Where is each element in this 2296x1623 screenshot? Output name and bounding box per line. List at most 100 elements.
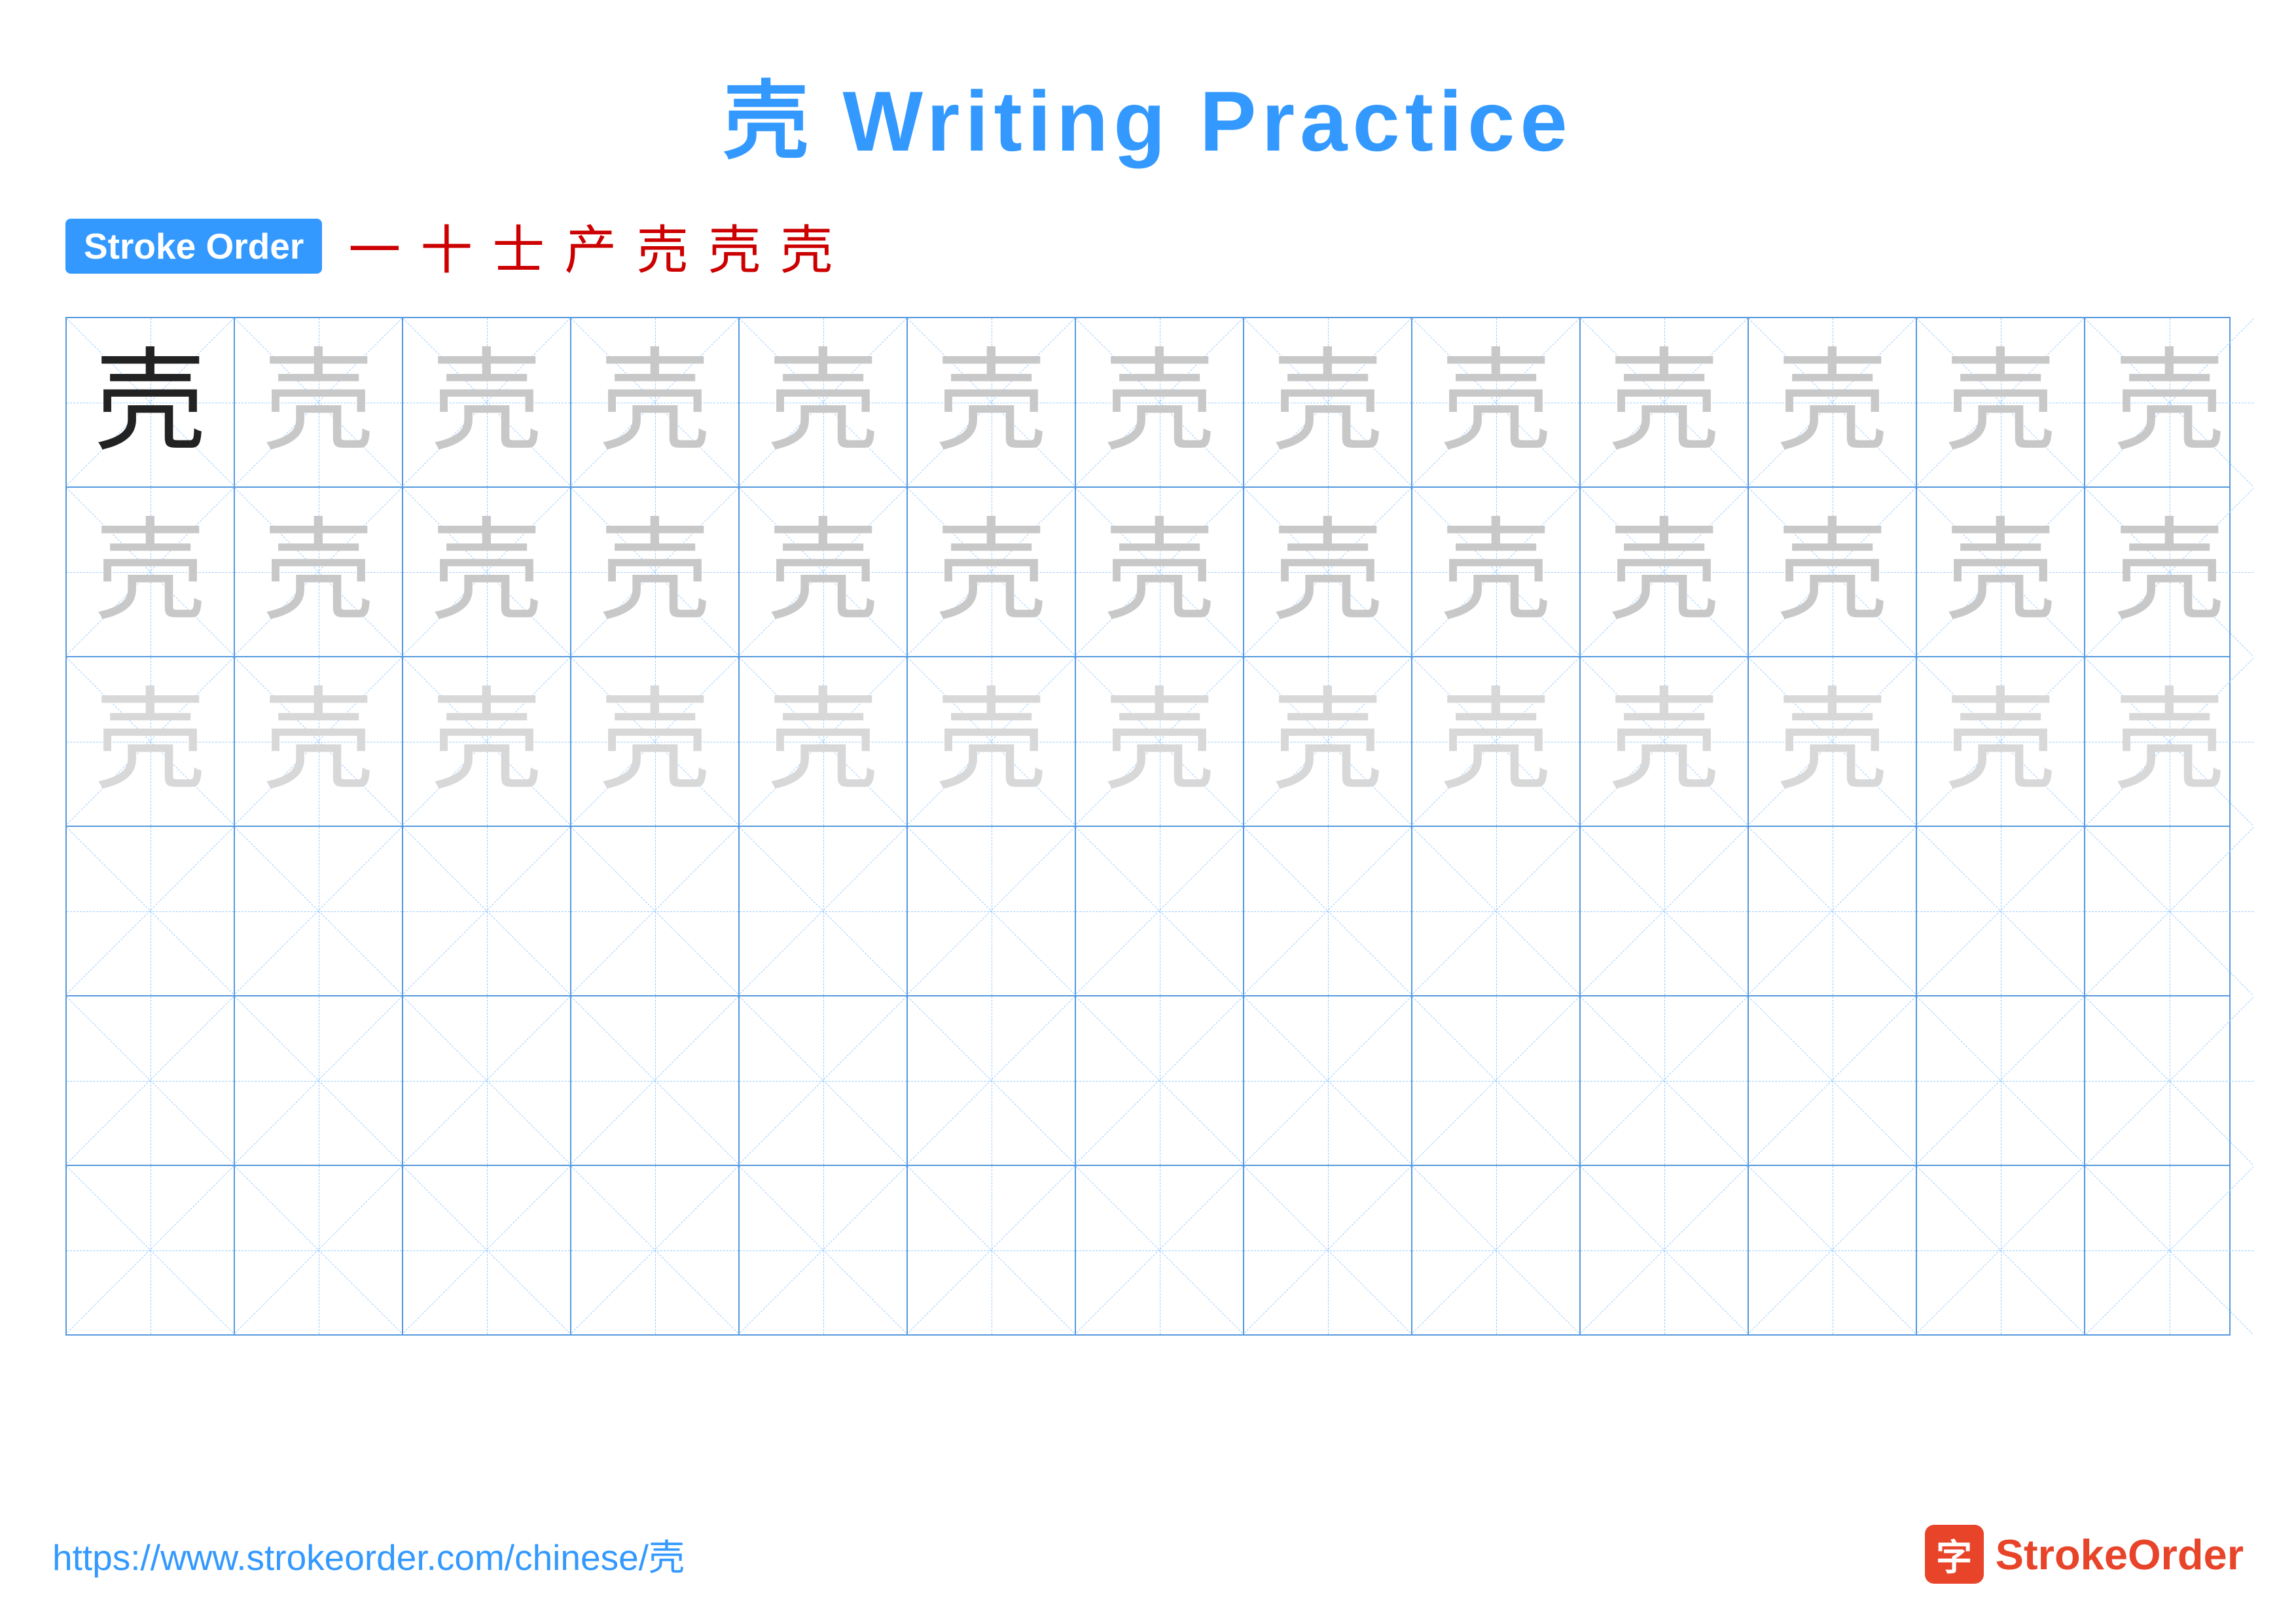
cell-r6-c1[interactable] [67, 1166, 235, 1334]
cell-r1-c3[interactable]: 壳 [403, 318, 571, 486]
cell-r1-c10[interactable]: 壳 [1581, 318, 1749, 486]
cell-r6-c10[interactable] [1581, 1166, 1749, 1334]
char-ghost: 壳 [1440, 517, 1551, 628]
cell-r3-c2[interactable]: 壳 [235, 657, 403, 826]
cell-r2-c5[interactable]: 壳 [740, 488, 908, 656]
cell-r5-c12[interactable] [1917, 996, 2085, 1165]
cell-r5-c3[interactable] [403, 996, 571, 1165]
cell-r1-c7[interactable]: 壳 [1076, 318, 1244, 486]
grid-row-6 [67, 1166, 2229, 1334]
cell-r4-c7[interactable] [1076, 827, 1244, 995]
cell-r2-c9[interactable]: 壳 [1412, 488, 1581, 656]
char-ghost: 壳 [935, 517, 1047, 628]
cell-r2-c11[interactable]: 壳 [1749, 488, 1917, 656]
cell-r5-c2[interactable] [235, 996, 403, 1165]
cell-r2-c12[interactable]: 壳 [1917, 488, 2085, 656]
cell-r5-c4[interactable] [571, 996, 740, 1165]
cell-r3-c7[interactable]: 壳 [1076, 657, 1244, 826]
cell-diag [1076, 996, 1243, 1165]
cell-r2-c7[interactable]: 壳 [1076, 488, 1244, 656]
cell-r1-c12[interactable]: 壳 [1917, 318, 2085, 486]
cell-r1-c9[interactable]: 壳 [1412, 318, 1581, 486]
cell-r6-c7[interactable] [1076, 1166, 1244, 1334]
cell-r5-c13[interactable] [2085, 996, 2253, 1165]
stroke-order-badge: Stroke Order [65, 219, 322, 274]
cell-r5-c1[interactable] [67, 996, 235, 1165]
cell-r4-c11[interactable] [1749, 827, 1917, 995]
char-ghost: 壳 [262, 517, 374, 628]
cell-r1-c6[interactable]: 壳 [908, 318, 1076, 486]
cell-diag [908, 996, 1075, 1165]
cell-r1-c4[interactable]: 壳 [571, 318, 740, 486]
cell-r6-c12[interactable] [1917, 1166, 2085, 1334]
cell-r4-c6[interactable] [908, 827, 1076, 995]
cell-r5-c7[interactable] [1076, 996, 1244, 1165]
cell-r3-c11[interactable]: 壳 [1749, 657, 1917, 826]
cell-r6-c8[interactable] [1244, 1166, 1412, 1334]
char-ghost: 壳 [1776, 686, 1888, 797]
cell-r6-c3[interactable] [403, 1166, 571, 1334]
cell-r2-c1[interactable]: 壳 [67, 488, 235, 656]
cell-r4-c8[interactable] [1244, 827, 1412, 995]
cell-r5-c9[interactable] [1412, 996, 1581, 1165]
char-ghost: 壳 [2113, 347, 2225, 458]
cell-r5-c5[interactable] [740, 996, 908, 1165]
cell-r6-c13[interactable] [2085, 1166, 2253, 1334]
cell-r3-c4[interactable]: 壳 [571, 657, 740, 826]
cell-r6-c4[interactable] [571, 1166, 740, 1334]
cell-r6-c11[interactable] [1749, 1166, 1917, 1334]
cell-r4-c9[interactable] [1412, 827, 1581, 995]
cell-r2-c10[interactable]: 壳 [1581, 488, 1749, 656]
cell-r3-c9[interactable]: 壳 [1412, 657, 1581, 826]
cell-r3-c10[interactable]: 壳 [1581, 657, 1749, 826]
cell-r6-c9[interactable] [1412, 1166, 1581, 1334]
cell-diag [1244, 1166, 1411, 1334]
cell-r4-c13[interactable] [2085, 827, 2253, 995]
cell-r4-c2[interactable] [235, 827, 403, 995]
char-ghost: 壳 [2113, 517, 2225, 628]
cell-r3-c12[interactable]: 壳 [1917, 657, 2085, 826]
cell-r2-c6[interactable]: 壳 [908, 488, 1076, 656]
footer-url[interactable]: https://www.strokeorder.com/chinese/壳 [52, 1528, 685, 1580]
cell-r6-c2[interactable] [235, 1166, 403, 1334]
cell-r2-c8[interactable]: 壳 [1244, 488, 1412, 656]
cell-r4-c5[interactable] [740, 827, 908, 995]
cell-r2-c4[interactable]: 壳 [571, 488, 740, 656]
cell-r4-c12[interactable] [1917, 827, 2085, 995]
char-ghost: 壳 [599, 347, 710, 458]
cell-r5-c10[interactable] [1581, 996, 1749, 1165]
cell-diag [235, 1166, 402, 1334]
cell-r4-c1[interactable] [67, 827, 235, 995]
cell-diag [2085, 996, 2253, 1165]
cell-r3-c1[interactable]: 壳 [67, 657, 235, 826]
cell-r2-c13[interactable]: 壳 [2085, 488, 2253, 656]
cell-r6-c5[interactable] [740, 1166, 908, 1334]
cell-diag [1749, 827, 1916, 995]
cell-diag [1749, 996, 1916, 1165]
cell-r3-c8[interactable]: 壳 [1244, 657, 1412, 826]
cell-r3-c3[interactable]: 壳 [403, 657, 571, 826]
char-ghost: 壳 [1776, 517, 1888, 628]
cell-r6-c6[interactable] [908, 1166, 1076, 1334]
cell-diag [1076, 827, 1243, 995]
cell-r4-c3[interactable] [403, 827, 571, 995]
cell-r3-c6[interactable]: 壳 [908, 657, 1076, 826]
cell-r4-c10[interactable] [1581, 827, 1749, 995]
cell-diag [1076, 1166, 1243, 1334]
cell-r1-c13[interactable]: 壳 [2085, 318, 2253, 486]
cell-r1-c5[interactable]: 壳 [740, 318, 908, 486]
cell-r3-c13[interactable]: 壳 [2085, 657, 2253, 826]
cell-r2-c2[interactable]: 壳 [235, 488, 403, 656]
cell-r5-c6[interactable] [908, 996, 1076, 1165]
cell-r2-c3[interactable]: 壳 [403, 488, 571, 656]
cell-r1-c8[interactable]: 壳 [1244, 318, 1412, 486]
cell-r4-c4[interactable] [571, 827, 740, 995]
logo-text-stroke: Stroke [1996, 1531, 2128, 1578]
cell-r5-c11[interactable] [1749, 996, 1917, 1165]
cell-r1-c1[interactable]: 壳 [67, 318, 235, 486]
cell-r5-c8[interactable] [1244, 996, 1412, 1165]
cell-r3-c5[interactable]: 壳 [740, 657, 908, 826]
grid-row-4 [67, 827, 2229, 996]
cell-r1-c11[interactable]: 壳 [1749, 318, 1917, 486]
cell-r1-c2[interactable]: 壳 [235, 318, 403, 486]
